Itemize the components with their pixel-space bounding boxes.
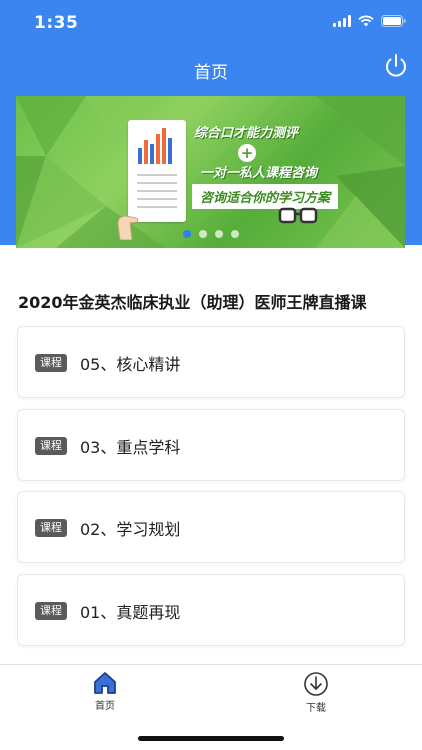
signal-icon [333,15,351,27]
section-title: 2020年金英杰临床执业（助理）医师王牌直播课 [18,293,367,312]
course-item[interactable]: 课程 01、真题再现 [17,574,405,646]
banner-pagination [183,230,239,238]
tab-home-label: 首页 [95,701,115,712]
promo-banner[interactable]: 综合口才能力测评 + 一对一私人课程咨询 咨询适合你的学习方案 [16,96,405,248]
power-icon [386,54,406,77]
home-icon [94,672,116,694]
course-tag: 课程 [35,519,67,537]
glasses-icon [278,207,318,224]
course-title: 05、核心精讲 [80,355,181,374]
tab-download-label: 下载 [306,703,326,714]
course-title: 01、真题再现 [80,603,181,622]
banner-line-2: 一对一私人课程咨询 [200,166,318,181]
status-time: 1:35 [34,13,79,33]
course-title: 03、重点学科 [80,438,181,457]
course-tag: 课程 [35,437,67,455]
tab-download[interactable]: 下载 [286,671,346,714]
banner-plus: + [238,144,256,162]
course-item[interactable]: 课程 05、核心精讲 [17,326,405,398]
home-indicator [138,736,284,741]
banner-line-1: 综合口才能力测评 [194,126,299,141]
banner-dot[interactable] [183,230,191,238]
status-icons [333,15,406,27]
course-item[interactable]: 课程 02、学习规划 [17,491,405,563]
banner-dot[interactable] [215,230,223,238]
course-tag: 课程 [35,602,67,620]
page-title: 首页 [194,63,228,83]
course-title: 02、学习规划 [80,520,181,539]
course-item[interactable]: 课程 03、重点学科 [17,409,405,481]
download-icon [304,672,328,696]
tab-home[interactable]: 首页 [75,671,135,712]
banner-dot[interactable] [199,230,207,238]
status-bar: 1:35 [0,0,422,44]
battery-icon [381,15,406,27]
hand-illustration [117,215,139,240]
power-button[interactable] [382,52,410,80]
course-tag: 课程 [35,354,67,372]
wifi-icon [358,15,374,27]
banner-dot[interactable] [231,230,239,238]
